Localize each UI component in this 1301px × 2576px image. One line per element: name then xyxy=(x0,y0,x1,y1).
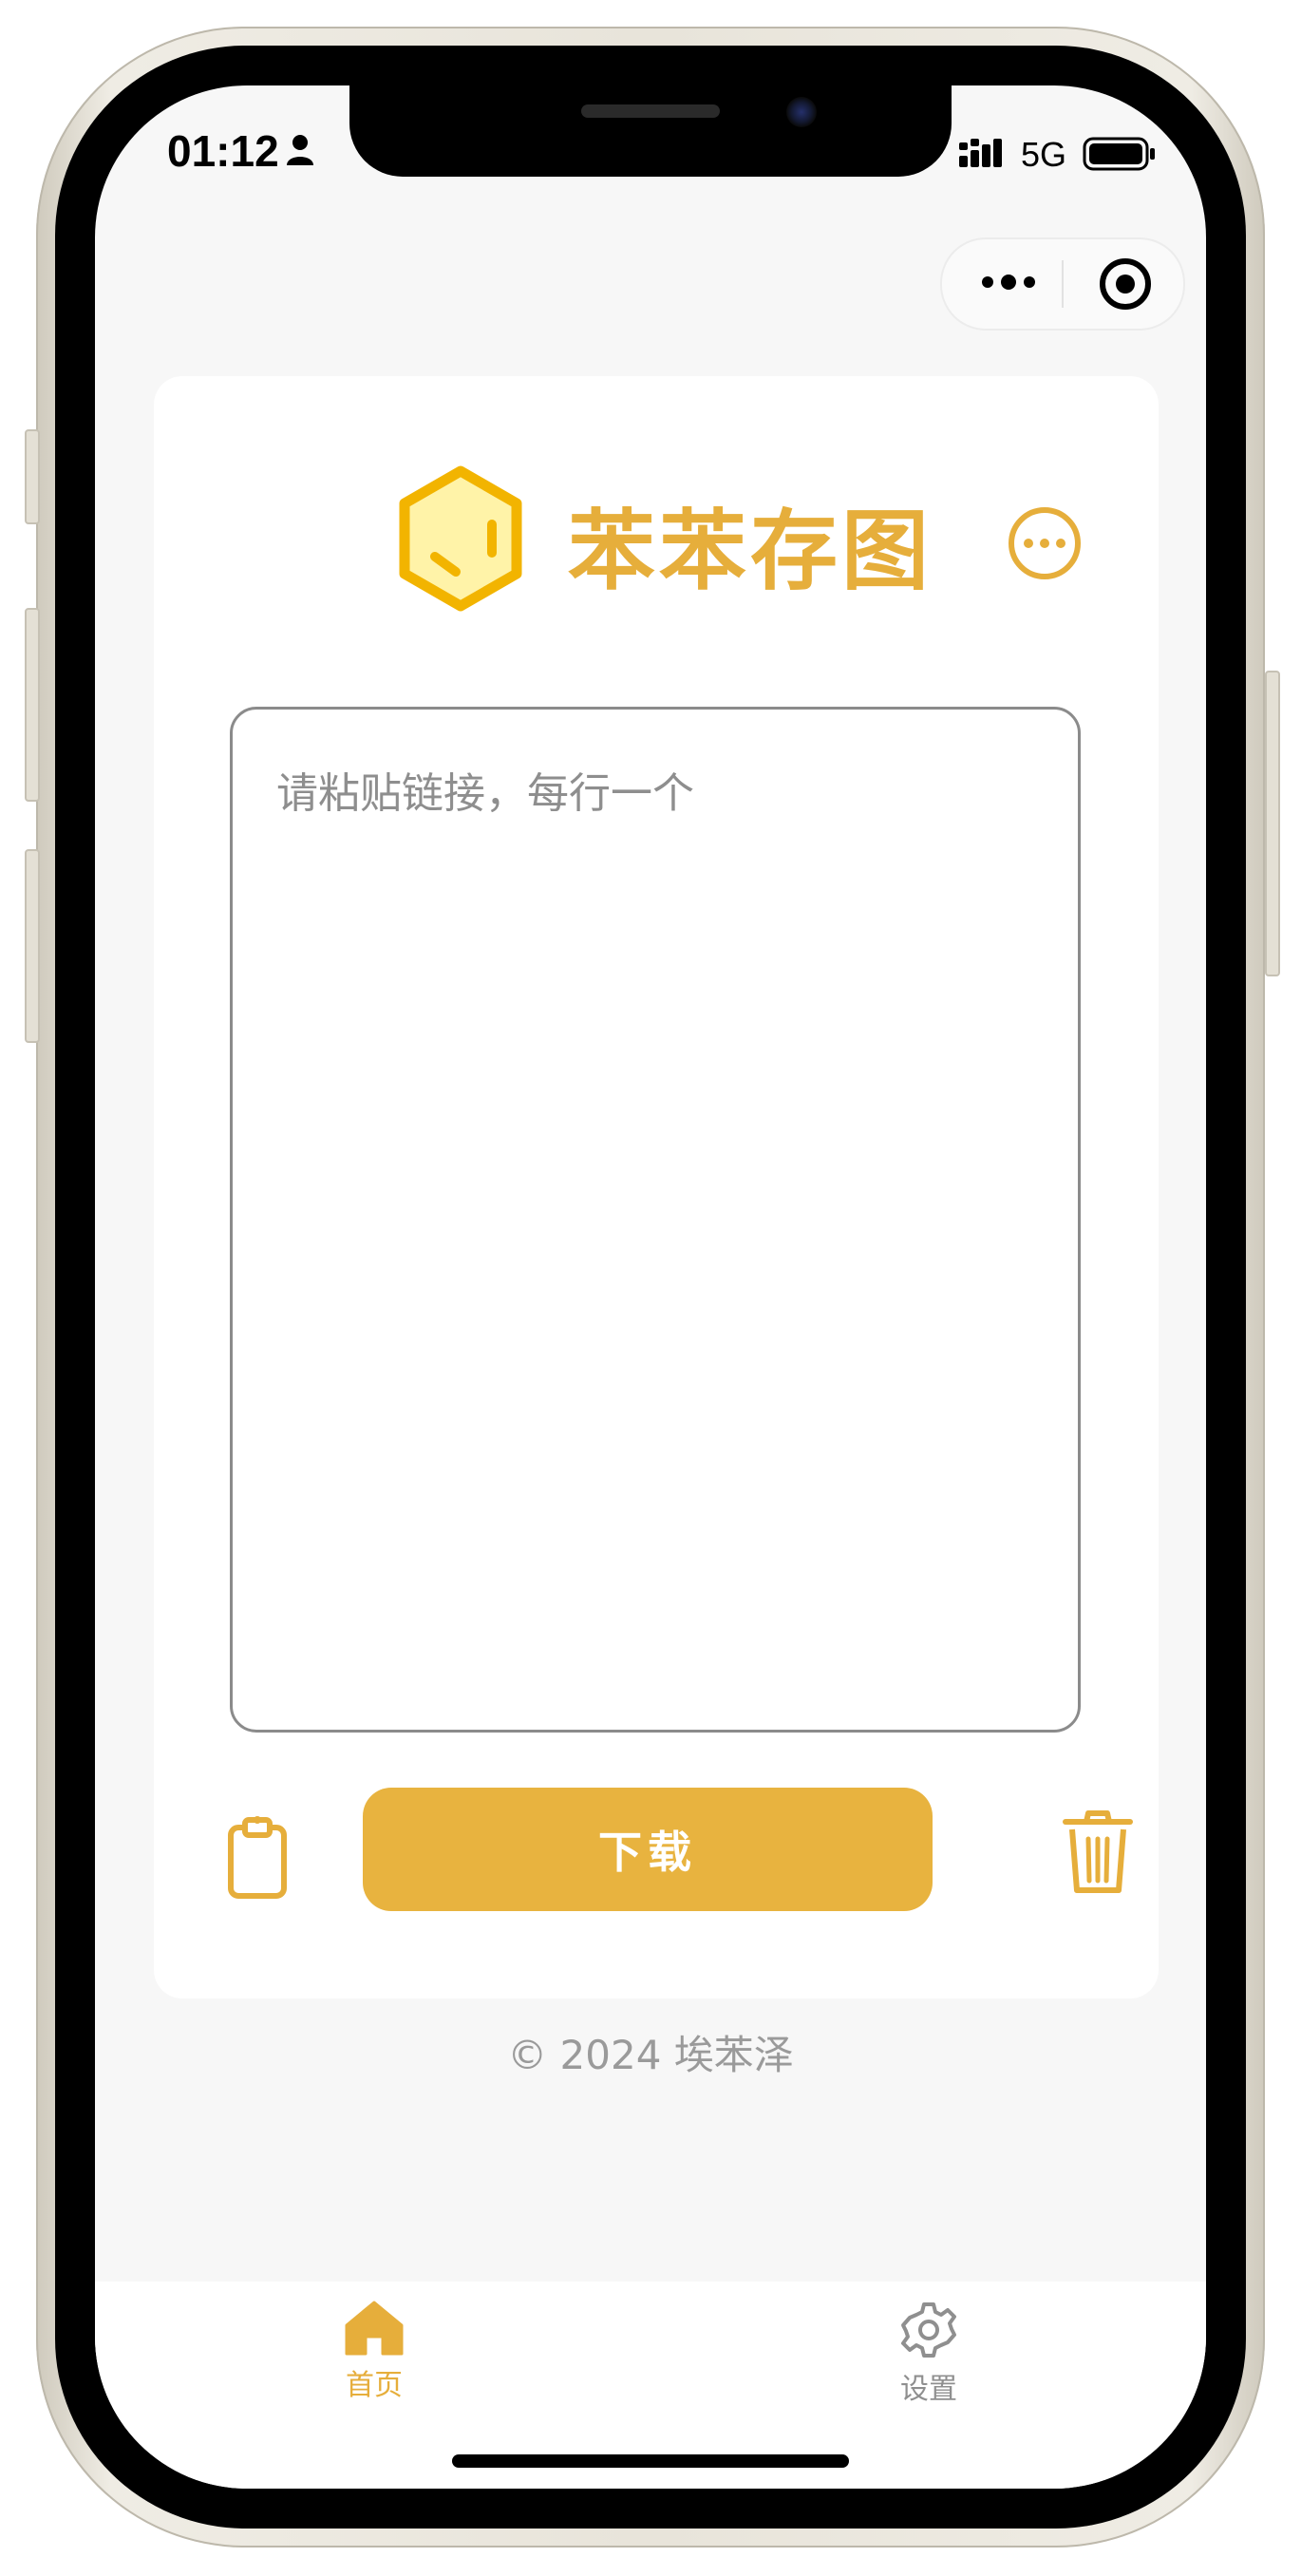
more-dots-icon[interactable] xyxy=(980,268,1037,296)
clipboard-icon[interactable] xyxy=(226,1814,289,1900)
notch xyxy=(349,85,952,177)
hexagon-logo-icon xyxy=(399,465,522,612)
battery-icon xyxy=(1083,137,1155,171)
tab-home[interactable]: 首页 xyxy=(279,2282,469,2415)
status-time: 01:12 xyxy=(167,126,279,176)
gear-icon xyxy=(901,2302,956,2358)
signal-icon xyxy=(959,139,1002,167)
front-camera xyxy=(786,97,817,127)
volume-up-button xyxy=(25,608,40,802)
volume-down-button xyxy=(25,849,40,1043)
speaker-grille xyxy=(581,104,720,118)
mini-program-capsule xyxy=(940,237,1185,331)
tab-home-label: 首页 xyxy=(346,2369,403,2402)
phone-screen: 01:12 5G 苯苯存图 请粘贴链接，每行一个 下载 © 2024 埃苯泽 首… xyxy=(95,85,1206,2489)
network-label: 5G xyxy=(1021,135,1067,174)
tab-settings[interactable]: 设置 xyxy=(834,2282,1024,2415)
silent-switch xyxy=(25,429,40,524)
copyright-text: © 2024 埃苯泽 xyxy=(507,2032,794,2078)
target-icon[interactable] xyxy=(1098,256,1153,312)
power-button xyxy=(1265,671,1280,976)
more-circle-icon[interactable] xyxy=(1007,505,1083,581)
download-button[interactable]: 下载 xyxy=(363,1788,933,1911)
trash-icon[interactable] xyxy=(1062,1809,1134,1894)
main-card: 苯苯存图 下载 xyxy=(154,376,1159,1998)
capsule-divider xyxy=(1062,260,1064,308)
home-icon xyxy=(345,2301,404,2356)
links-textarea[interactable] xyxy=(230,707,1081,1733)
tab-settings-label: 设置 xyxy=(900,2373,957,2406)
home-indicator xyxy=(452,2454,849,2468)
app-title: 苯苯存图 xyxy=(568,501,933,602)
person-icon xyxy=(287,135,313,165)
